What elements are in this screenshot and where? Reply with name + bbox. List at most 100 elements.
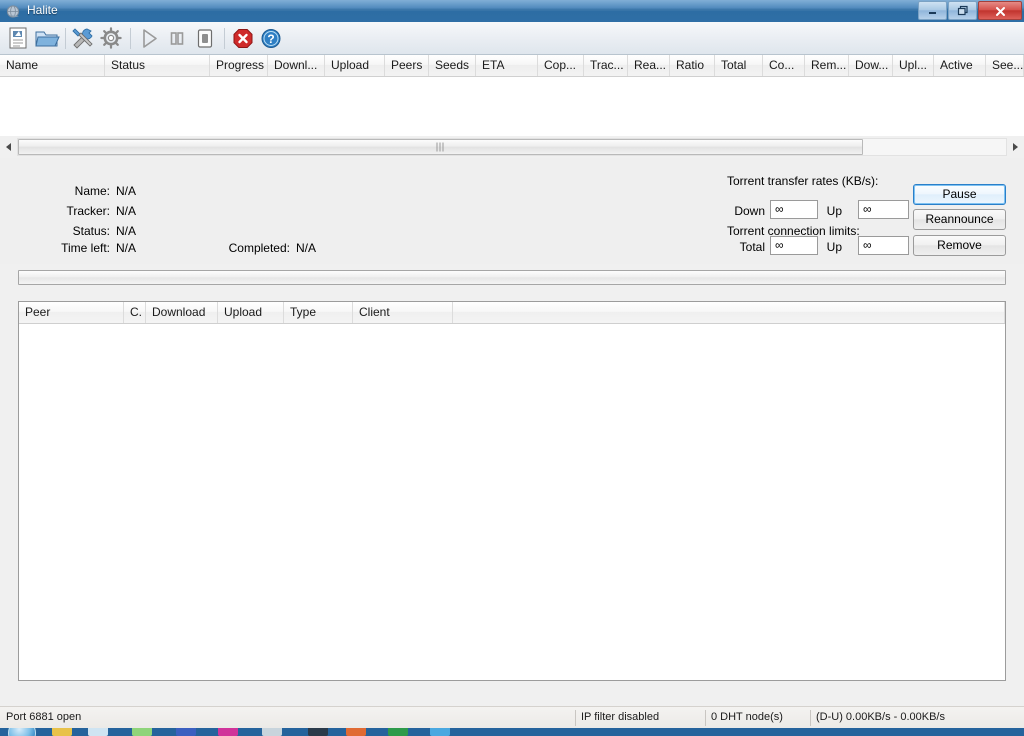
total-conn-input[interactable]: ∞ (770, 236, 818, 255)
torrent-column-header[interactable]: Name (0, 55, 105, 76)
detail-value-tracker: N/A (116, 204, 137, 218)
play-icon[interactable] (136, 26, 162, 51)
halite-window: Halite ? Name Status Progress Downl... U… (0, 0, 1024, 736)
taskbar-icon-6[interactable] (262, 728, 282, 736)
new-torrent-icon[interactable] (6, 26, 32, 51)
torrent-column-header[interactable]: Co... (763, 55, 805, 76)
windows-taskbar[interactable] (0, 728, 1024, 736)
scrollbar-thumb[interactable] (18, 139, 863, 155)
torrent-column-header[interactable]: Trac... (584, 55, 628, 76)
toolbar-separator-3 (224, 28, 225, 49)
detail-value-time-left: N/A (116, 241, 137, 255)
torrent-column-header[interactable]: Ratio (670, 55, 715, 76)
peer-column-header[interactable]: Peer (19, 302, 124, 323)
status-bar-divider (575, 710, 576, 726)
torrent-column-header[interactable]: Upload (325, 55, 385, 76)
close-button[interactable] (978, 1, 1022, 20)
minimize-icon (919, 5, 946, 17)
tools-icon[interactable] (70, 26, 96, 51)
toolbar-separator-2 (130, 28, 131, 49)
halite-globe-icon (6, 4, 21, 19)
minimize-button[interactable] (918, 1, 947, 20)
torrent-column-header[interactable]: Rea... (628, 55, 670, 76)
torrent-column-header[interactable]: Downl... (268, 55, 325, 76)
peer-list-panel[interactable]: Peer C. Download Upload Type Client (18, 301, 1006, 681)
peer-column-header[interactable]: Type (284, 302, 353, 323)
torrent-column-header[interactable]: ETA (476, 55, 538, 76)
torrent-progress-bar (18, 270, 1006, 285)
taskbar-icon-5[interactable] (218, 728, 238, 736)
status-bar-cell: Port 6881 open (6, 711, 82, 723)
settings-gear-icon[interactable] (98, 26, 124, 51)
up-rate-input[interactable]: ∞ (858, 200, 909, 219)
status-bar: Port 6881 open IP filter disabled 0 DHT no… (0, 706, 1024, 728)
down-rate-input[interactable]: ∞ (770, 200, 818, 219)
help-icon[interactable]: ? (258, 26, 284, 51)
torrent-column-header[interactable]: See... (986, 55, 1024, 76)
detail-label-status: Status: (72, 224, 110, 238)
pause-icon[interactable] (164, 26, 190, 51)
peer-column-header[interactable]: Client (353, 302, 453, 323)
pause-button[interactable]: Pause (913, 184, 1006, 205)
open-folder-icon[interactable] (34, 26, 60, 51)
torrent-column-header[interactable]: Total (715, 55, 763, 76)
torrent-column-header[interactable]: Seeds (429, 55, 476, 76)
torrent-list-header[interactable]: Name Status Progress Downl... Upload Peers See… (0, 55, 1024, 77)
torrent-column-header[interactable]: Dow... (849, 55, 893, 76)
transfer-rates-title: Torrent transfer rates (KB/s): (727, 174, 879, 188)
torrent-column-header[interactable]: Status (105, 55, 210, 76)
up-rate-label: Up (826, 204, 842, 218)
detail-value-completed: N/A (296, 241, 317, 255)
peer-column-header[interactable]: Download (146, 302, 218, 323)
scrollbar-grip-icon (436, 142, 445, 152)
window-controls (918, 0, 1024, 21)
horizontal-scrollbar[interactable] (0, 136, 1024, 158)
taskbar-icon-1[interactable] (52, 728, 72, 736)
up-conn-input[interactable]: ∞ (858, 236, 909, 255)
torrent-column-header[interactable]: Rem... (805, 55, 849, 76)
torrent-details-panel: Name: N/A Tracker: N/A Status: N/A Time … (0, 158, 1024, 264)
down-rate-label: Down (734, 204, 765, 218)
status-bar-divider (705, 710, 706, 726)
taskbar-icon-9[interactable] (388, 728, 408, 736)
start-orb-icon[interactable] (8, 728, 36, 736)
torrent-column-header[interactable]: Peers (385, 55, 429, 76)
detail-label-completed: Completed: (228, 241, 290, 255)
scrollbar-track[interactable] (17, 138, 1007, 156)
scroll-left-arrow-icon[interactable] (1, 139, 17, 155)
titlebar-gloss (0, 0, 1024, 11)
close-icon (979, 4, 1021, 18)
svg-text:?: ? (267, 32, 274, 46)
peer-column-header[interactable]: Upload (218, 302, 284, 323)
remove-button[interactable]: Remove (913, 235, 1006, 256)
peer-column-header[interactable] (453, 302, 1005, 323)
taskbar-icon-2[interactable] (88, 728, 108, 736)
torrent-column-header[interactable]: Upl... (893, 55, 934, 76)
remove-icon[interactable] (230, 26, 256, 51)
torrent-column-header[interactable]: Cop... (538, 55, 584, 76)
detail-value-status: N/A (116, 224, 137, 238)
detail-value-name: N/A (116, 184, 137, 198)
taskbar-icon-4[interactable] (176, 728, 196, 736)
torrent-list-body[interactable] (0, 77, 1024, 136)
detail-label-tracker: Tracker: (66, 204, 110, 218)
window-title: Halite (27, 3, 58, 17)
restore-icon (949, 5, 976, 17)
total-conn-label: Total (739, 240, 765, 254)
up-conn-label: Up (826, 240, 842, 254)
stop-icon[interactable] (192, 26, 218, 51)
peer-column-header[interactable]: C. (124, 302, 146, 323)
taskbar-icon-7[interactable] (308, 728, 328, 736)
peer-list-header[interactable]: Peer C. Download Upload Type Client (19, 302, 1005, 324)
status-bar-divider (810, 710, 811, 726)
detail-label-time-left: Time left: (61, 241, 110, 255)
torrent-column-header[interactable]: Active (934, 55, 986, 76)
torrent-column-header[interactable]: Progress (210, 55, 268, 76)
scroll-right-arrow-icon[interactable] (1007, 139, 1023, 155)
restore-button[interactable] (948, 1, 977, 20)
status-bar-cell: IP filter disabled (581, 711, 660, 723)
taskbar-icon-8[interactable] (346, 728, 366, 736)
taskbar-icon-10[interactable] (430, 728, 450, 736)
reannounce-button[interactable]: Reannounce (913, 209, 1006, 230)
taskbar-icon-3[interactable] (132, 728, 152, 736)
